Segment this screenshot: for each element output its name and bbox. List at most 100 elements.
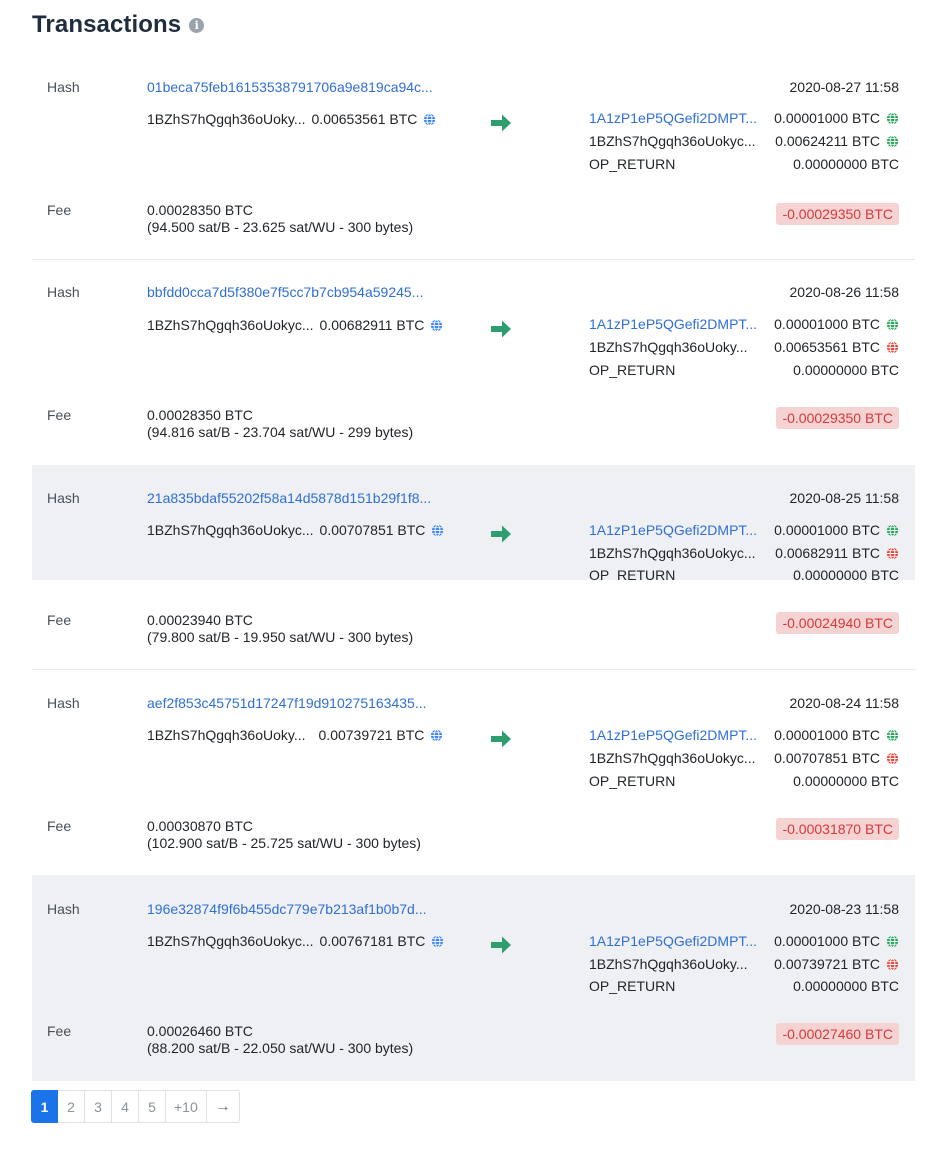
globe-icon[interactable]: [886, 523, 899, 537]
fee-label: Fee: [47, 818, 72, 834]
page-button-4[interactable]: 4: [112, 1090, 139, 1123]
input-address[interactable]: 1BZhS7hQgqh36oUokyc...: [147, 933, 314, 949]
tx-hash-link[interactable]: 21a835bdaf55202f58a14d5878d151b29f1f8...: [147, 490, 431, 506]
page-button-plus-10[interactable]: +10: [166, 1090, 207, 1123]
fee-label: Fee: [47, 407, 72, 423]
pagination: 1 2 3 4 5 +10 →: [31, 1090, 240, 1123]
page-button-5[interactable]: 5: [139, 1090, 166, 1123]
arrow-right-icon[interactable]: [490, 319, 512, 339]
output-amount-value: 0.00001000 BTC: [774, 522, 880, 538]
total-amount-badge: -0.00024940 BTC: [776, 612, 899, 634]
arrow-right-icon[interactable]: [490, 113, 512, 133]
globe-icon[interactable]: [886, 317, 899, 331]
tx-hash-link[interactable]: 196e32874f9f6b455dc779e7b213af1b0b7d...: [147, 901, 427, 917]
fee-amount: 0.00028350 BTC: [147, 407, 253, 423]
input-amount: 0.00707851 BTC: [319, 522, 426, 538]
arrow-right-icon[interactable]: [490, 729, 512, 749]
output-address[interactable]: 1A1zP1eP5QGefi2DMPT...: [589, 110, 757, 126]
tx-hash-link[interactable]: aef2f853c45751d17247f19d910275163435...: [147, 695, 427, 711]
fee-detail: (94.500 sat/B - 23.625 sat/WU - 300 byte…: [147, 219, 414, 235]
output-row: OP_RETURN 0.00000000 BTC: [589, 362, 899, 382]
input-address[interactable]: 1BZhS7hQgqh36oUoky...: [147, 111, 306, 127]
output-amount: 0.00001000 BTC: [774, 727, 899, 743]
input-amount: 0.00767181 BTC: [319, 933, 426, 949]
output-row: 1BZhS7hQgqh36oUokyc... 0.00682911 BTC: [589, 545, 899, 565]
fee-label: Fee: [47, 202, 72, 218]
output-amount: 0.00000000 BTC: [793, 362, 899, 378]
output-address[interactable]: 1BZhS7hQgqh36oUokyc...: [589, 133, 756, 149]
output-row: 1BZhS7hQgqh36oUokyc... 0.00707851 BTC: [589, 750, 899, 770]
page-button-2[interactable]: 2: [58, 1090, 85, 1123]
tx-date: 2020-08-27 11:58: [789, 79, 900, 95]
globe-icon[interactable]: [886, 751, 899, 765]
globe-icon[interactable]: [431, 934, 444, 948]
globe-icon[interactable]: [886, 111, 899, 125]
output-address[interactable]: 1BZhS7hQgqh36oUokyc...: [589, 545, 756, 561]
tx-date: 2020-08-25 11:58: [789, 490, 900, 506]
input-row: 1BZhS7hQgqh36oUoky... 0.00739721 BTC: [147, 727, 443, 743]
output-address[interactable]: 1A1zP1eP5QGefi2DMPT...: [589, 727, 757, 743]
globe-icon[interactable]: [886, 134, 899, 148]
output-amount: 0.00000000 BTC: [793, 567, 899, 580]
page-button-1[interactable]: 1: [31, 1090, 58, 1123]
total-amount-badge: -0.00029350 BTC: [776, 203, 899, 225]
globe-icon[interactable]: [886, 546, 899, 560]
output-address[interactable]: 1A1zP1eP5QGefi2DMPT...: [589, 522, 757, 538]
output-amount: 0.00707851 BTC: [774, 750, 899, 766]
fee-detail: (102.900 sat/B - 25.725 sat/WU - 300 byt…: [147, 835, 421, 851]
transaction-card: Hash bbfdd0cca7d5f380e7f5cc7b7cb954a5924…: [32, 265, 915, 465]
arrow-right-icon: →: [214, 1097, 231, 1115]
output-address: OP_RETURN: [589, 773, 676, 789]
input-row: 1BZhS7hQgqh36oUokyc... 0.00707851 BTC: [147, 522, 444, 538]
globe-icon[interactable]: [431, 523, 444, 537]
output-row: 1BZhS7hQgqh36oUoky... 0.00653561 BTC: [589, 339, 899, 359]
output-address: OP_RETURN: [589, 978, 676, 994]
output-address[interactable]: 1BZhS7hQgqh36oUokyc...: [589, 750, 756, 766]
output-address[interactable]: 1BZhS7hQgqh36oUoky...: [589, 339, 748, 355]
output-address[interactable]: 1BZhS7hQgqh36oUoky...: [589, 956, 748, 972]
arrow-right-icon[interactable]: [490, 935, 512, 955]
input-row: 1BZhS7hQgqh36oUoky... 0.00653561 BTC: [147, 111, 436, 127]
tx-hash-link[interactable]: bbfdd0cca7d5f380e7f5cc7b7cb954a59245...: [147, 284, 423, 300]
input-address[interactable]: 1BZhS7hQgqh36oUoky...: [147, 727, 306, 743]
output-amount-value: 0.00653561 BTC: [774, 339, 880, 355]
globe-icon[interactable]: [886, 957, 899, 971]
output-amount-value: 0.00739721 BTC: [774, 956, 880, 972]
output-row: 1A1zP1eP5QGefi2DMPT... 0.00001000 BTC: [589, 727, 899, 747]
info-icon[interactable]: i: [189, 17, 205, 33]
input-amount: 0.00739721 BTC: [318, 727, 425, 743]
globe-icon[interactable]: [430, 728, 443, 742]
output-amount: 0.00682911 BTC: [775, 545, 899, 561]
globe-icon[interactable]: [886, 934, 899, 948]
output-address[interactable]: 1A1zP1eP5QGefi2DMPT...: [589, 316, 757, 332]
output-amount-value: 0.00624211 BTC: [775, 133, 880, 149]
output-amount: 0.00653561 BTC: [774, 339, 899, 355]
output-amount-value: 0.00001000 BTC: [774, 933, 880, 949]
globe-icon[interactable]: [423, 112, 436, 126]
fee-value: 0.00026460 BTC (88.200 sat/B - 22.050 sa…: [147, 1023, 413, 1057]
output-amount: 0.00001000 BTC: [774, 522, 899, 538]
fee-detail: (88.200 sat/B - 22.050 sat/WU - 300 byte…: [147, 1040, 414, 1056]
input-address[interactable]: 1BZhS7hQgqh36oUokyc...: [147, 317, 314, 333]
input-amount: 0.00682911 BTC: [319, 317, 425, 333]
globe-icon[interactable]: [886, 728, 899, 742]
output-row: 1A1zP1eP5QGefi2DMPT... 0.00001000 BTC: [589, 316, 899, 336]
arrow-right-icon[interactable]: [490, 524, 512, 544]
fee-amount: 0.00023940 BTC: [147, 612, 253, 628]
globe-icon[interactable]: [430, 318, 443, 332]
tx-date: 2020-08-23 11:58: [789, 901, 900, 917]
tx-hash-link[interactable]: 01beca75feb16153538791706a9e819ca94c...: [147, 79, 433, 95]
fee-value: 0.00028350 BTC (94.500 sat/B - 23.625 sa…: [147, 202, 413, 236]
output-row: 1A1zP1eP5QGefi2DMPT... 0.00001000 BTC: [589, 933, 899, 953]
output-row: OP_RETURN 0.00000000 BTC: [589, 978, 899, 998]
page-button-3[interactable]: 3: [85, 1090, 112, 1123]
fee-label: Fee: [47, 1023, 72, 1039]
total-amount-badge: -0.00031870 BTC: [776, 818, 899, 840]
next-page-button[interactable]: →: [206, 1090, 240, 1123]
output-address[interactable]: 1A1zP1eP5QGefi2DMPT...: [589, 933, 757, 949]
input-address[interactable]: 1BZhS7hQgqh36oUokyc...: [147, 522, 314, 538]
output-row: 1BZhS7hQgqh36oUoky... 0.00739721 BTC: [589, 956, 899, 976]
output-row: 1A1zP1eP5QGefi2DMPT... 0.00001000 BTC: [589, 522, 899, 542]
globe-icon[interactable]: [886, 340, 899, 354]
output-amount: 0.00001000 BTC: [774, 110, 899, 126]
